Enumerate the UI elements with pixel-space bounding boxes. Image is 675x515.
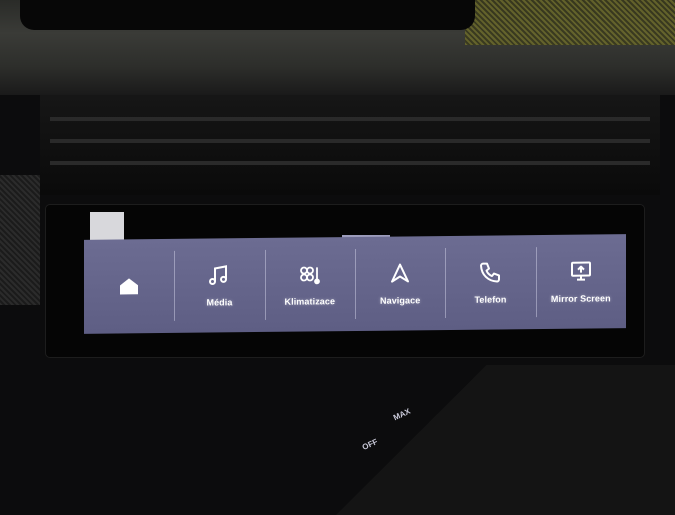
speaker-grille	[465, 0, 675, 45]
media-label: Média	[206, 297, 232, 307]
max-defrost-button[interactable]: MAX	[392, 407, 412, 423]
side-trim	[0, 175, 40, 305]
climate-button[interactable]: Klimatizace	[265, 237, 355, 332]
mirror-screen-button[interactable]: Mirror Screen	[536, 234, 626, 329]
center-console	[250, 365, 675, 515]
climate-label: Klimatizace	[285, 296, 336, 307]
air-vent	[40, 95, 660, 195]
phone-label: Telefon	[474, 294, 506, 304]
phone-button[interactable]: Telefon	[445, 235, 535, 330]
navigation-button[interactable]: Navigace	[355, 236, 445, 331]
navigation-arrow-icon	[388, 261, 412, 285]
mirror-screen-icon	[569, 260, 593, 284]
phone-icon	[478, 260, 502, 284]
mirror-screen-label: Mirror Screen	[551, 293, 611, 304]
home-icon	[117, 274, 141, 298]
instrument-cluster	[20, 0, 475, 30]
screen-reflection	[90, 212, 124, 242]
home-button[interactable]	[84, 239, 174, 334]
navigation-label: Navigace	[380, 295, 420, 305]
fan-off-button[interactable]: OFF	[361, 437, 379, 452]
shortcut-touchbar: Média Klimatizace Navigace Telefon	[84, 234, 626, 334]
media-button[interactable]: Média	[174, 238, 264, 333]
music-note-icon	[207, 263, 231, 287]
fan-temperature-icon	[298, 262, 322, 286]
